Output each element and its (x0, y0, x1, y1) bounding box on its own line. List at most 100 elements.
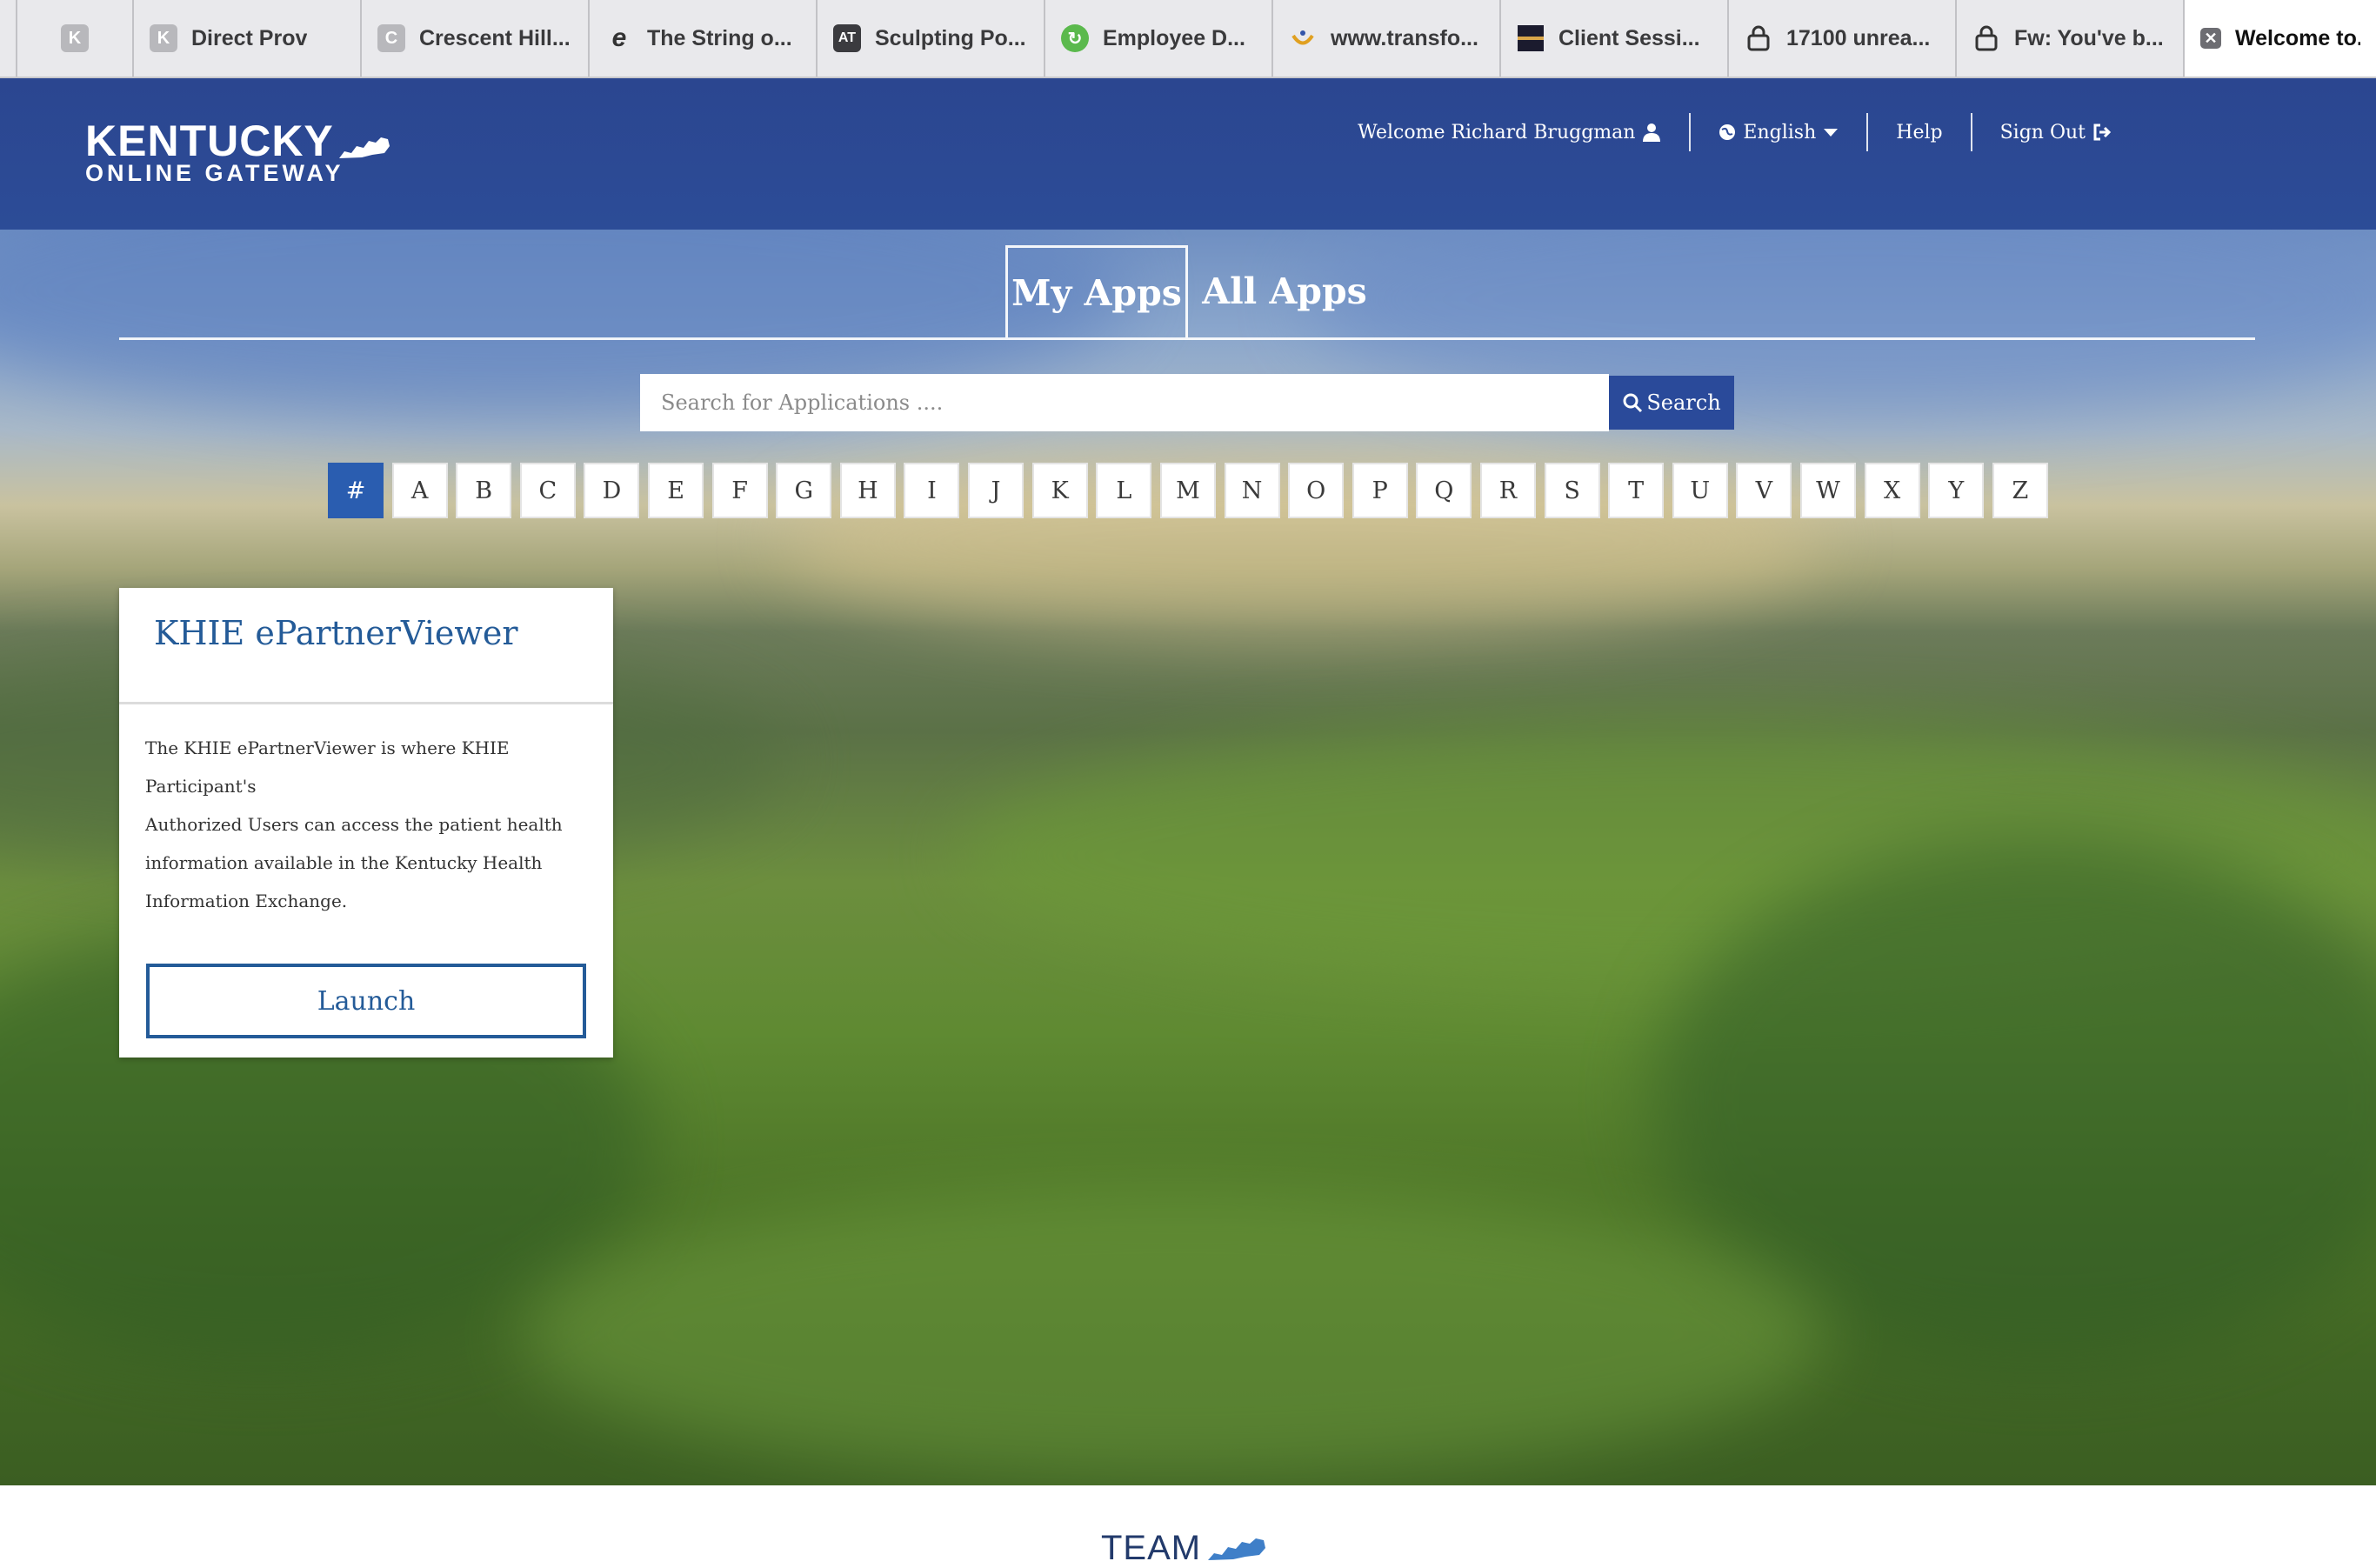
photo-icon (1517, 24, 1545, 52)
sign-out-link[interactable]: Sign Out (1972, 111, 2139, 153)
top-navigation: Welcome Richard Bruggman English Help Si… (1330, 111, 2139, 153)
caret-down-icon (1824, 129, 1839, 137)
letter-filter: # A B C D E F G H I J K L M N O P Q R S … (328, 463, 2048, 518)
letter-filter-y[interactable]: Y (1928, 463, 1985, 518)
logo-line2: ONLINE GATEWAY (85, 160, 344, 186)
letter-filter-m[interactable]: M (1159, 463, 1216, 518)
tab-label: www.transfo... (1331, 25, 1478, 50)
k-icon: K (150, 24, 177, 52)
sign-out-icon (2093, 123, 2112, 141)
at-icon: AT (833, 24, 861, 52)
nav-divider (1866, 113, 1869, 151)
letter-filter-n[interactable]: N (1224, 463, 1280, 518)
app-card-description-line: information available in the Kentucky He… (145, 852, 543, 873)
welcome-user[interactable]: Welcome Richard Bruggman (1330, 111, 1689, 153)
browser-tab[interactable]: e The String o... (590, 0, 818, 77)
browser-tab[interactable]: K Direct Prov (134, 0, 362, 77)
site-header: KENTUCKY ONLINE GATEWAY Welcome Richard … (0, 78, 2376, 230)
tab-label: Employee D... (1103, 25, 1245, 50)
letter-filter-l[interactable]: L (1096, 463, 1152, 518)
letter-filter-q[interactable]: Q (1416, 463, 1472, 518)
k-icon: K (61, 24, 89, 52)
letter-filter-d[interactable]: D (584, 463, 640, 518)
kentucky-logo[interactable]: KENTUCKY ONLINE GATEWAY (85, 117, 391, 186)
logo-line1: KENTUCKY (85, 117, 334, 165)
kentucky-state-icon (1208, 1538, 1266, 1560)
team-kentucky-logo[interactable]: TEAM (1101, 1529, 1267, 1568)
browser-tab[interactable]: AT Sculpting Po... (818, 0, 1045, 77)
browser-tab[interactable]: 17100 unrea... (1729, 0, 1957, 77)
globe-icon (1719, 124, 1736, 140)
letter-filter-a[interactable]: A (391, 463, 448, 518)
team-label: TEAM (1101, 1529, 1202, 1567)
letter-filter-b[interactable]: B (456, 463, 512, 518)
letter-filter-v[interactable]: V (1736, 463, 1792, 518)
nav-divider (1689, 113, 1692, 151)
letter-filter-w[interactable]: W (1800, 463, 1857, 518)
browser-tab-active[interactable]: ✕ Welcome to... (2185, 0, 2376, 77)
sign-out-label: Sign Out (1999, 121, 2086, 143)
tab-label: Direct Prov (191, 25, 308, 50)
letter-filter-c[interactable]: C (519, 463, 576, 518)
app-card-description: The KHIE ePartnerViewer is where KHIE Pa… (119, 704, 613, 920)
lock-icon (1972, 24, 2000, 52)
kentucky-state-icon (338, 137, 390, 158)
browser-tab[interactable]: Client Sessi... (1501, 0, 1729, 77)
letter-filter-r[interactable]: R (1479, 463, 1536, 518)
launch-button[interactable]: Launch (146, 964, 586, 1038)
language-dropdown[interactable]: English (1691, 111, 1866, 153)
search-button-label: Search (1646, 390, 1721, 415)
page-footer: TEAM (0, 1485, 2376, 1568)
search-button[interactable]: Search (1609, 376, 1734, 430)
letter-filter-h[interactable]: H (839, 463, 896, 518)
browser-tab[interactable]: Fw: You've b... (1957, 0, 2185, 77)
app-card-title: KHIE ePartnerViewer (119, 588, 613, 704)
letter-filter-z[interactable]: Z (1992, 463, 2048, 518)
script-e-icon: e (611, 23, 627, 52)
apps-tabs: My Apps All Apps (119, 230, 2255, 340)
letter-filter-s[interactable]: S (1544, 463, 1600, 518)
app-card-description-line: Authorized Users can access the patient … (145, 814, 563, 835)
lock-icon (1745, 24, 1772, 52)
tab-all-apps[interactable]: All Apps (1198, 245, 1372, 337)
letter-filter-e[interactable]: E (648, 463, 704, 518)
search-icon (1623, 393, 1643, 413)
letter-filter-f[interactable]: F (711, 463, 768, 518)
tab-label: Fw: You've b... (2014, 25, 2164, 50)
nav-divider (1970, 113, 1972, 151)
user-icon (1643, 123, 1661, 142)
letter-filter-u[interactable]: U (1672, 463, 1728, 518)
letter-filter-x[interactable]: X (1864, 463, 1920, 518)
browser-tab[interactable]: ↻ Employee D... (1045, 0, 1273, 77)
letter-filter-o[interactable]: O (1288, 463, 1345, 518)
letter-filter-i[interactable]: I (904, 463, 960, 518)
apps-hero: My Apps All Apps Search # A B C D E F G … (0, 230, 2376, 1485)
letter-filter-hash[interactable]: # (328, 463, 384, 518)
tab-label: Sculpting Po... (875, 25, 1026, 50)
tab-edge (0, 0, 17, 77)
browser-tab-pinned[interactable]: K (17, 0, 134, 77)
browser-tab-strip: K K Direct Prov C Crescent Hill... e The… (0, 0, 2376, 78)
tab-label: Crescent Hill... (419, 25, 571, 50)
tab-label: The String o... (647, 25, 792, 50)
search-input[interactable] (640, 374, 1609, 431)
browser-tab[interactable]: www.transfo... (1273, 0, 1501, 77)
help-link[interactable]: Help (1868, 111, 1970, 153)
letter-filter-g[interactable]: G (776, 463, 832, 518)
app-card-description-line: The KHIE ePartnerViewer is where KHIE Pa… (145, 737, 510, 797)
letter-filter-k[interactable]: K (1031, 463, 1088, 518)
field-blur (522, 1186, 1826, 1482)
app-card: KHIE ePartnerViewer The KHIE ePartnerVie… (119, 588, 613, 1058)
green-circle-icon: ↻ (1061, 24, 1089, 52)
letter-filter-j[interactable]: J (968, 463, 1024, 518)
language-label: English (1743, 121, 1817, 143)
help-label: Help (1896, 121, 1943, 143)
tab-my-apps[interactable]: My Apps (1005, 245, 1188, 337)
tab-label: Client Sessi... (1558, 25, 1700, 50)
app-card-description-line: Information Exchange. (145, 891, 348, 911)
close-icon[interactable]: ✕ (2200, 28, 2221, 49)
letter-filter-t[interactable]: T (1608, 463, 1665, 518)
browser-tab[interactable]: C Crescent Hill... (362, 0, 590, 77)
tab-label: 17100 unrea... (1786, 25, 1931, 50)
letter-filter-p[interactable]: P (1352, 463, 1408, 518)
